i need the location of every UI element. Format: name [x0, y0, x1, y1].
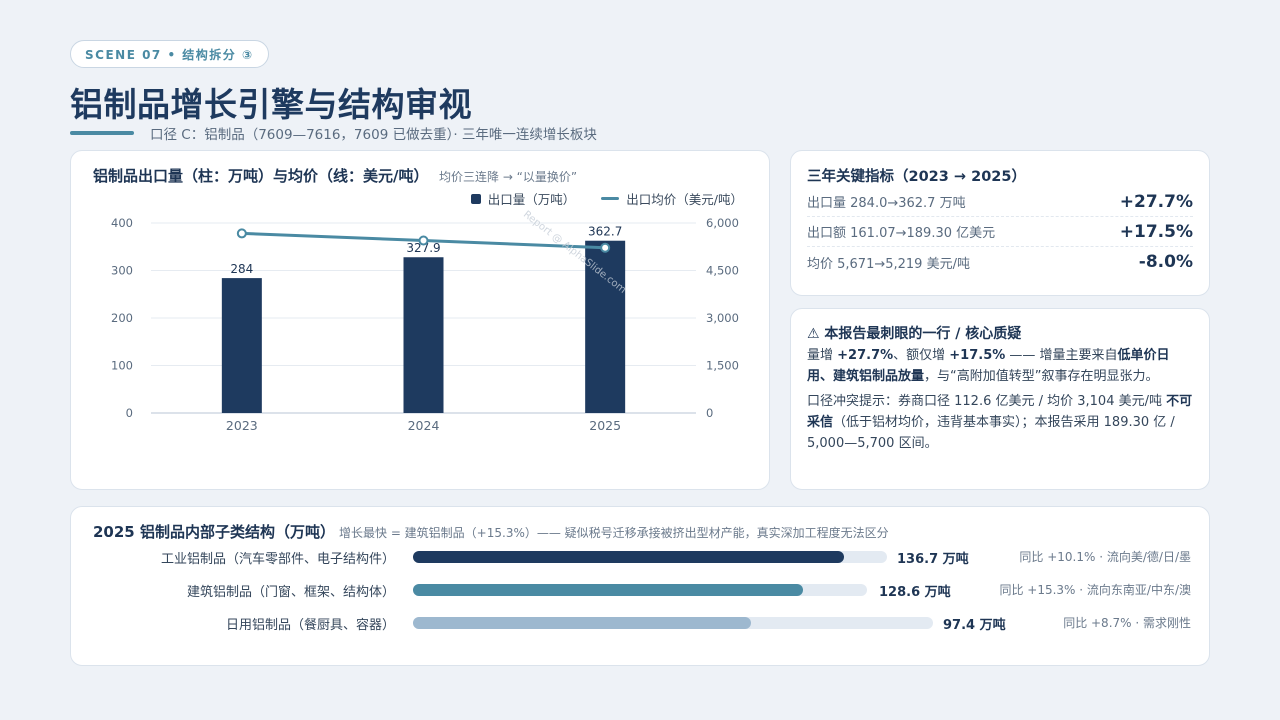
y-left-tick-label: 100	[111, 359, 133, 373]
structure-row-value: 128.6 万吨	[879, 585, 951, 600]
kpi-row-amount: 出口额 161.07→189.30 亿美元 +17.5%	[807, 217, 1193, 247]
kpi-label: 出口量 284.0→362.7 万吨	[807, 196, 966, 211]
price-point	[236, 228, 247, 239]
structure-row-label: 日用铝制品（餐厨具、容器）	[225, 618, 395, 633]
y-right-tick-label: 0	[706, 406, 713, 420]
kpi-row-volume: 出口量 284.0→362.7 万吨 +27.7%	[807, 187, 1193, 217]
chart-card: 铝制品出口量（柱：万吨）与均价（线：美元/吨） 均价三连降 → “以量换价” 出…	[70, 150, 770, 490]
kpi-value: +27.7%	[1119, 191, 1193, 212]
y-right-tick-label: 6,000	[706, 216, 739, 230]
structure-row-note: 同比 +15.3% · 流向东南亚/中东/澳	[999, 583, 1191, 597]
y-left-tick-label: 400	[111, 216, 133, 230]
structure-row-label: 工业铝制品（汽车零部件、电子结构件）	[160, 552, 395, 567]
core-question-paragraph-1: 量增 +27.7%、额仅增 +17.5% —— 增量主要来自低单价日用、建筑铝制…	[807, 348, 1170, 384]
kpi-label: 均价 5,671→5,219 美元/吨	[807, 256, 970, 272]
structure-row-daily: 日用铝制品（餐厨具、容器） 97.4 万吨 同比 +8.7% · 需求刚性	[71, 612, 1211, 634]
structure-row-label: 建筑铝制品（门窗、框架、结构体）	[186, 585, 395, 600]
kpi-value: +17.5%	[1119, 221, 1193, 242]
structure-row-note: 同比 +10.1% · 流向美/德/日/墨	[1019, 550, 1191, 564]
y-right-tick-label: 1,500	[706, 359, 739, 373]
y-right-tick-label: 4,500	[706, 264, 739, 278]
title-accent-line	[70, 131, 134, 135]
structure-row-note: 同比 +8.7% · 需求刚性	[1063, 616, 1191, 630]
kpi-label: 出口额 161.07→189.30 亿美元	[807, 226, 996, 241]
bar-data-label: 362.7	[588, 225, 622, 239]
kpi-title: 三年关键指标（2023 → 2025）	[807, 169, 1026, 185]
scene-tag: SCENE 07 • 结构拆分 ③	[70, 40, 269, 68]
structure-row-construction: 建筑铝制品（门窗、框架、结构体） 128.6 万吨 同比 +15.3% · 流向…	[71, 579, 1211, 601]
bar-data-label: 284	[230, 262, 253, 276]
y-left-tick-label: 0	[126, 406, 133, 420]
core-question-title: ⚠ 本报告最刺眼的一行 / 核心质疑	[807, 326, 1022, 342]
structure-note: 增长最快 = 建筑铝制品（+15.3%）—— 疑似税号迁移承接被挤出型材产能，真…	[339, 526, 889, 540]
kpi-row-price: 均价 5,671→5,219 美元/吨 -8.0%	[807, 247, 1193, 277]
kpi-card: 三年关键指标（2023 → 2025） 出口量 284.0→362.7 万吨 +…	[790, 150, 1210, 296]
structure-bar-track	[413, 584, 867, 596]
core-question-card: ⚠ 本报告最刺眼的一行 / 核心质疑 量增 +27.7%、额仅增 +17.5% …	[790, 308, 1210, 490]
structure-card: 2025 铝制品内部子类结构（万吨） 增长最快 = 建筑铝制品（+15.3%）—…	[70, 506, 1210, 666]
structure-bar-fill	[413, 617, 751, 629]
y-left-tick-label: 200	[111, 311, 133, 325]
bar	[221, 278, 262, 413]
combo-chart: 0 0 100 1,500 200 3,000 300 4,500 400 6,000 284 202…	[111, 216, 739, 433]
bar	[403, 257, 444, 413]
structure-row-value: 136.7 万吨	[897, 552, 969, 567]
x-tick-label: 2023	[226, 418, 258, 433]
y-left-tick-label: 300	[111, 264, 133, 278]
structure-bar-fill	[413, 551, 844, 563]
structure-bar-fill	[413, 584, 803, 596]
structure-row-industrial: 工业铝制品（汽车零部件、电子结构件） 136.7 万吨 同比 +10.1% · …	[71, 546, 1211, 568]
structure-title: 2025 铝制品内部子类结构（万吨）	[93, 523, 335, 541]
page-title: 铝制品增长引擎与结构审视	[70, 85, 472, 124]
structure-bar-track	[413, 551, 887, 563]
price-point	[418, 235, 429, 246]
page-subtitle: 口径 C：铝制品（7609—7616，7609 已做去重）· 三年唯一连续增长板…	[150, 127, 597, 143]
structure-bar-track	[413, 617, 933, 629]
y-right-tick-label: 3,000	[706, 311, 739, 325]
core-question-paragraph-2: 口径冲突提示：券商口径 112.6 亿美元 / 均价 3,104 美元/吨 不可…	[807, 394, 1193, 451]
structure-row-value: 97.4 万吨	[943, 618, 1006, 633]
price-point	[600, 242, 611, 253]
x-tick-label: 2024	[408, 418, 440, 433]
x-tick-label: 2025	[589, 418, 621, 433]
kpi-value: -8.0%	[1138, 252, 1193, 272]
